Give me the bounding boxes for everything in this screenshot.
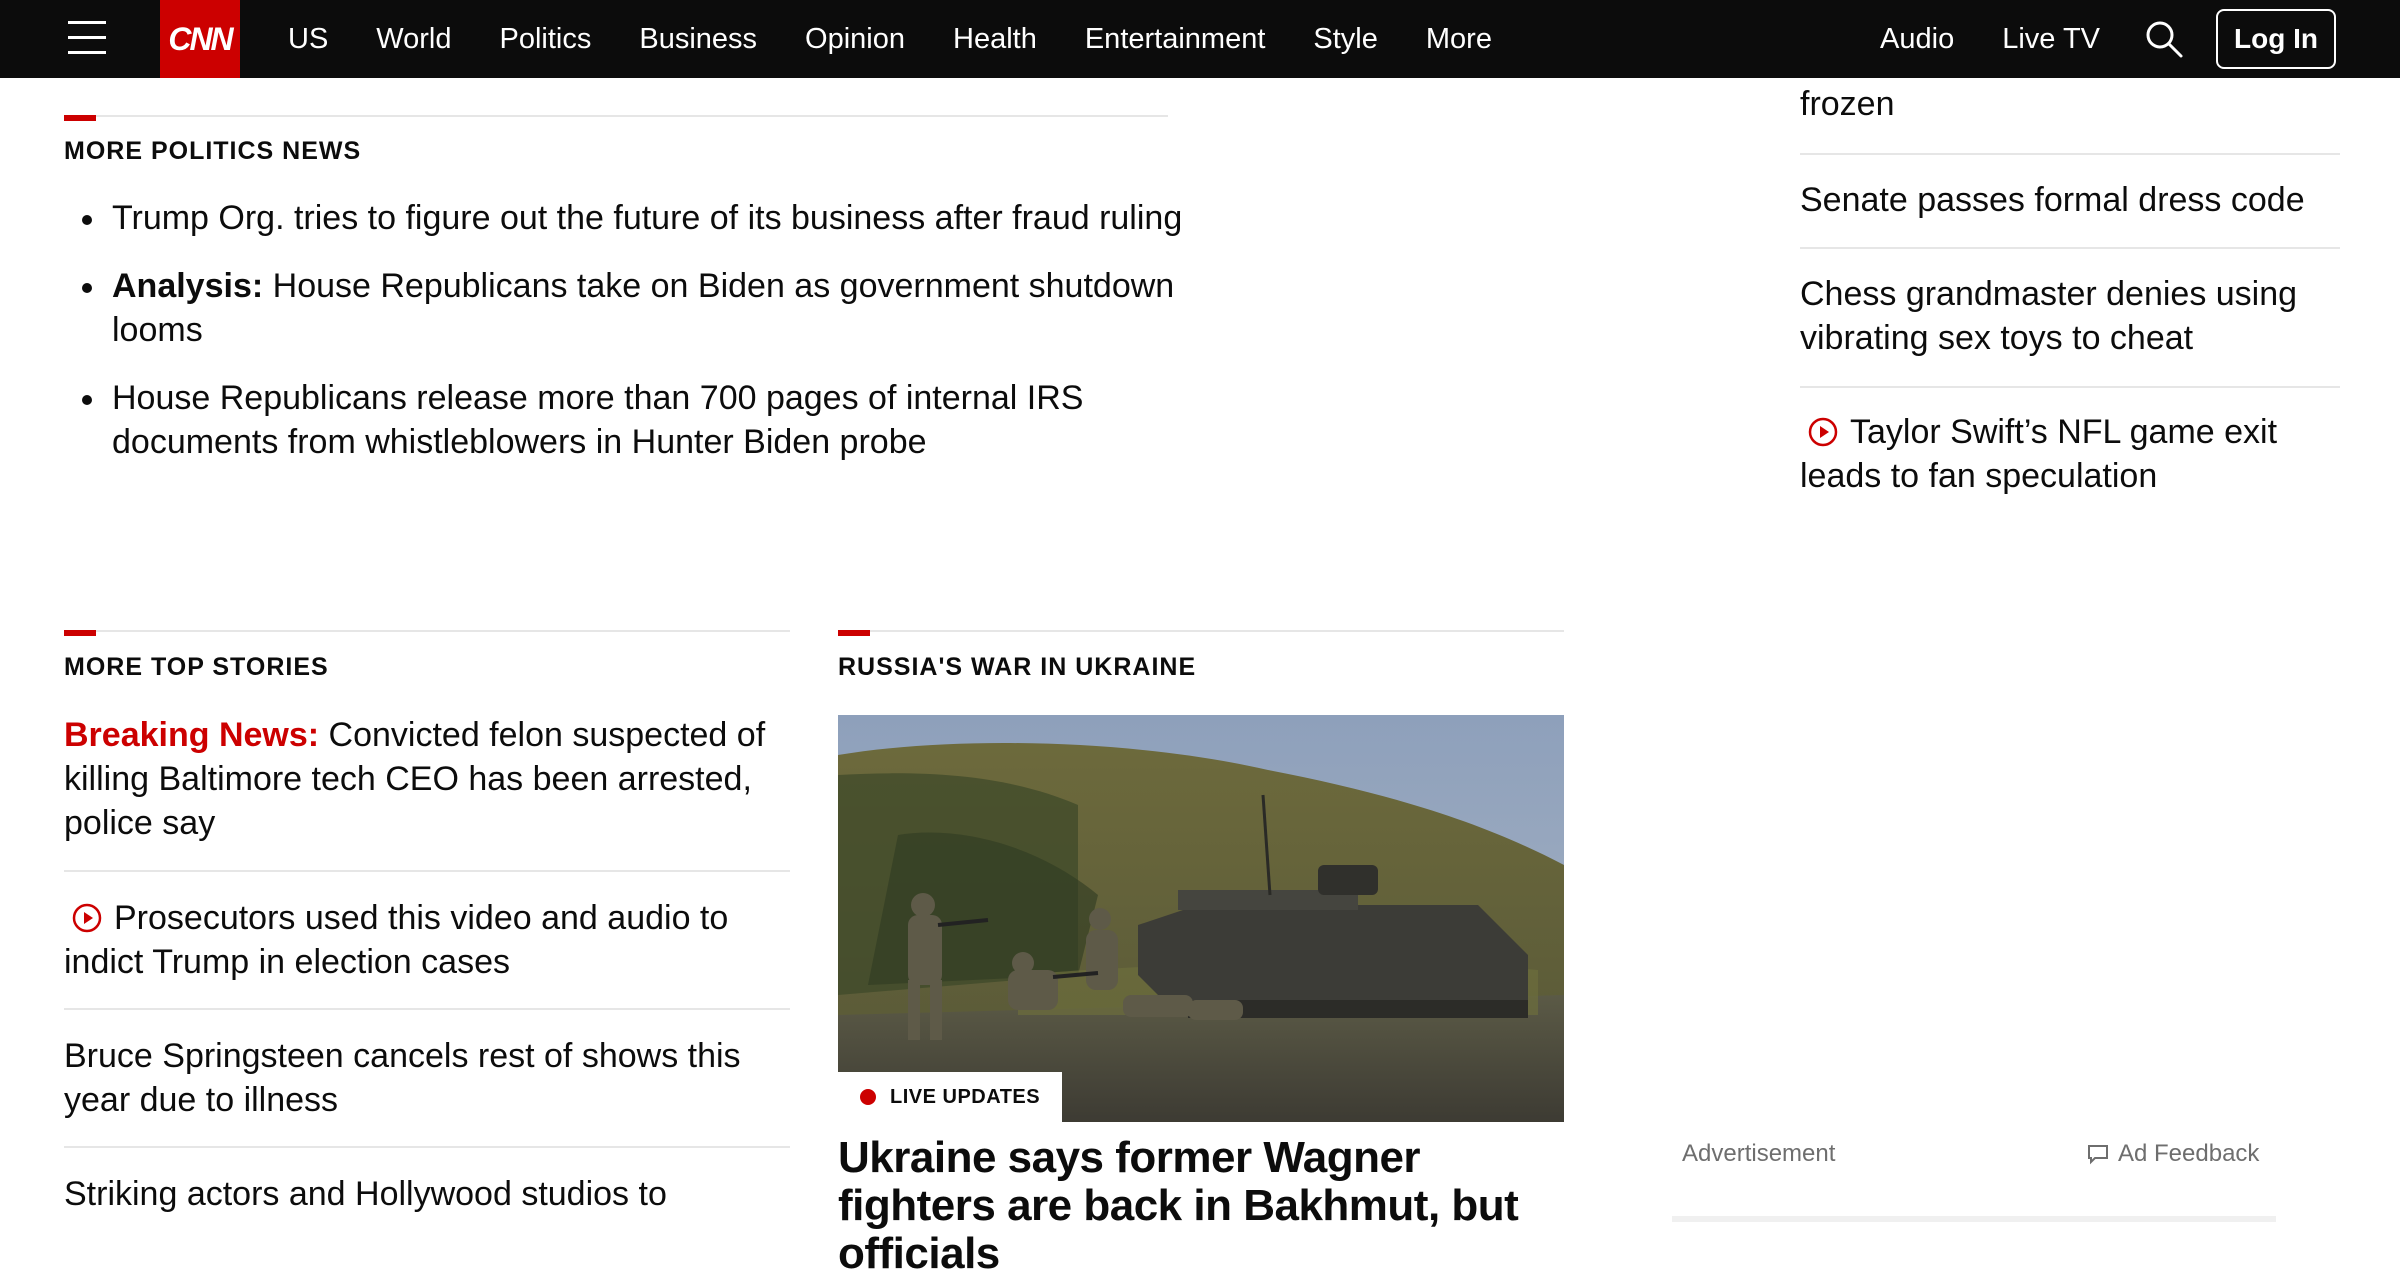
ukraine-story-image[interactable]	[838, 715, 1564, 1122]
story-text[interactable]: Trump Org. tries to figure out the futur…	[112, 199, 1182, 237]
top-navigation-bar: CNN US World Politics Business Opinion H…	[0, 0, 2400, 78]
top-story-item[interactable]: Prosecutors used this video and audio to…	[64, 896, 790, 984]
nav-right-group: Audio Live TV Log In	[1856, 0, 2336, 78]
section-rule	[838, 630, 1564, 632]
right-story-item[interactable]: Senate passes formal dress code	[1800, 178, 2340, 222]
section-rule	[64, 115, 1168, 117]
top-story-item[interactable]: Bruce Springsteen cancels rest of shows …	[64, 1034, 790, 1122]
section-accent	[64, 115, 96, 121]
story-text[interactable]: House Republicans release more than 700 …	[112, 379, 1083, 461]
story-text[interactable]: frozen	[1800, 85, 1895, 123]
divider	[64, 1008, 790, 1010]
list-item[interactable]: Analysis: House Republicans take on Bide…	[82, 264, 1192, 352]
nav-link-politics[interactable]: Politics	[500, 23, 592, 56]
search-icon[interactable]	[2144, 19, 2184, 59]
divider	[1800, 247, 2340, 249]
story-text[interactable]: Taylor Swift’s NFL game exit leads to fa…	[1800, 413, 2277, 495]
story-text[interactable]: Bruce Springsteen cancels rest of shows …	[64, 1037, 741, 1119]
nav-link-entertainment[interactable]: Entertainment	[1085, 23, 1266, 56]
nav-link-live-tv[interactable]: Live TV	[2002, 23, 2100, 56]
logo-text: CNN	[168, 20, 233, 57]
section-title-ukraine: Russia's War in Ukraine	[838, 653, 1197, 681]
nav-links: US World Politics Business Opinion Healt…	[264, 0, 1516, 78]
live-updates-badge: LIVE UPDATES	[838, 1072, 1063, 1122]
video-play-icon	[1808, 417, 1838, 447]
nav-link-audio[interactable]: Audio	[1880, 23, 1954, 56]
nav-link-us[interactable]: US	[288, 23, 328, 56]
right-story-item[interactable]: Taylor Swift’s NFL game exit leads to fa…	[1800, 410, 2340, 498]
soldiers-armored-vehicle-photo	[838, 715, 1564, 1122]
nav-link-opinion[interactable]: Opinion	[805, 23, 905, 56]
list-item[interactable]: House Republicans release more than 700 …	[82, 376, 1192, 464]
advertisement-label: Advertisement	[1682, 1140, 1836, 1167]
nav-link-world[interactable]: World	[376, 23, 451, 56]
top-story-item[interactable]: Striking actors and Hollywood studios to	[64, 1172, 790, 1216]
comment-icon	[2088, 1145, 2108, 1165]
story-text[interactable]: Chess grandmaster denies using vibrating…	[1800, 275, 2297, 357]
breaking-news-kicker: Breaking News:	[64, 716, 320, 754]
politics-news-list: Trump Org. tries to figure out the futur…	[64, 196, 1192, 488]
section-rule	[64, 630, 790, 632]
right-story-item[interactable]: frozen	[1800, 82, 2340, 126]
story-kicker: Analysis:	[112, 267, 264, 305]
ukraine-headline[interactable]: Ukraine says former Wagner fighters are …	[838, 1134, 1578, 1278]
nav-link-more[interactable]: More	[1426, 23, 1492, 56]
nav-link-business[interactable]: Business	[639, 23, 757, 56]
nav-link-style[interactable]: Style	[1313, 23, 1377, 56]
divider	[1800, 153, 2340, 155]
section-title-more-politics: More Politics News	[64, 137, 362, 165]
section-accent	[838, 630, 870, 636]
divider	[64, 1146, 790, 1148]
hamburger-menu-icon[interactable]	[68, 21, 106, 55]
log-in-button[interactable]: Log In	[2216, 9, 2336, 69]
story-text[interactable]: House Republicans take on Biden as gover…	[112, 267, 1174, 349]
top-story-item[interactable]: Breaking News: Convicted felon suspected…	[64, 713, 790, 845]
nav-link-health[interactable]: Health	[953, 23, 1037, 56]
divider	[1800, 386, 2340, 388]
ad-feedback-label[interactable]: Ad Feedback	[2118, 1140, 2259, 1168]
live-indicator-dot	[860, 1089, 876, 1105]
story-text[interactable]: Prosecutors used this video and audio to…	[64, 899, 728, 981]
video-play-icon	[72, 903, 102, 933]
cnn-logo[interactable]: CNN	[160, 0, 240, 78]
section-title-more-top-stories: More Top Stories	[64, 653, 329, 681]
advertisement-slot[interactable]	[1672, 1216, 2276, 1222]
list-item[interactable]: Trump Org. tries to figure out the futur…	[82, 196, 1192, 240]
divider	[64, 870, 790, 872]
ad-feedback-link[interactable]: Ad Feedback	[2086, 1140, 2259, 1168]
right-story-item[interactable]: Chess grandmaster denies using vibrating…	[1800, 272, 2340, 360]
live-updates-label: LIVE UPDATES	[890, 1085, 1041, 1108]
section-accent	[64, 630, 96, 636]
story-text[interactable]: Senate passes formal dress code	[1800, 181, 2305, 219]
story-text[interactable]: Striking actors and Hollywood studios to	[64, 1175, 667, 1213]
